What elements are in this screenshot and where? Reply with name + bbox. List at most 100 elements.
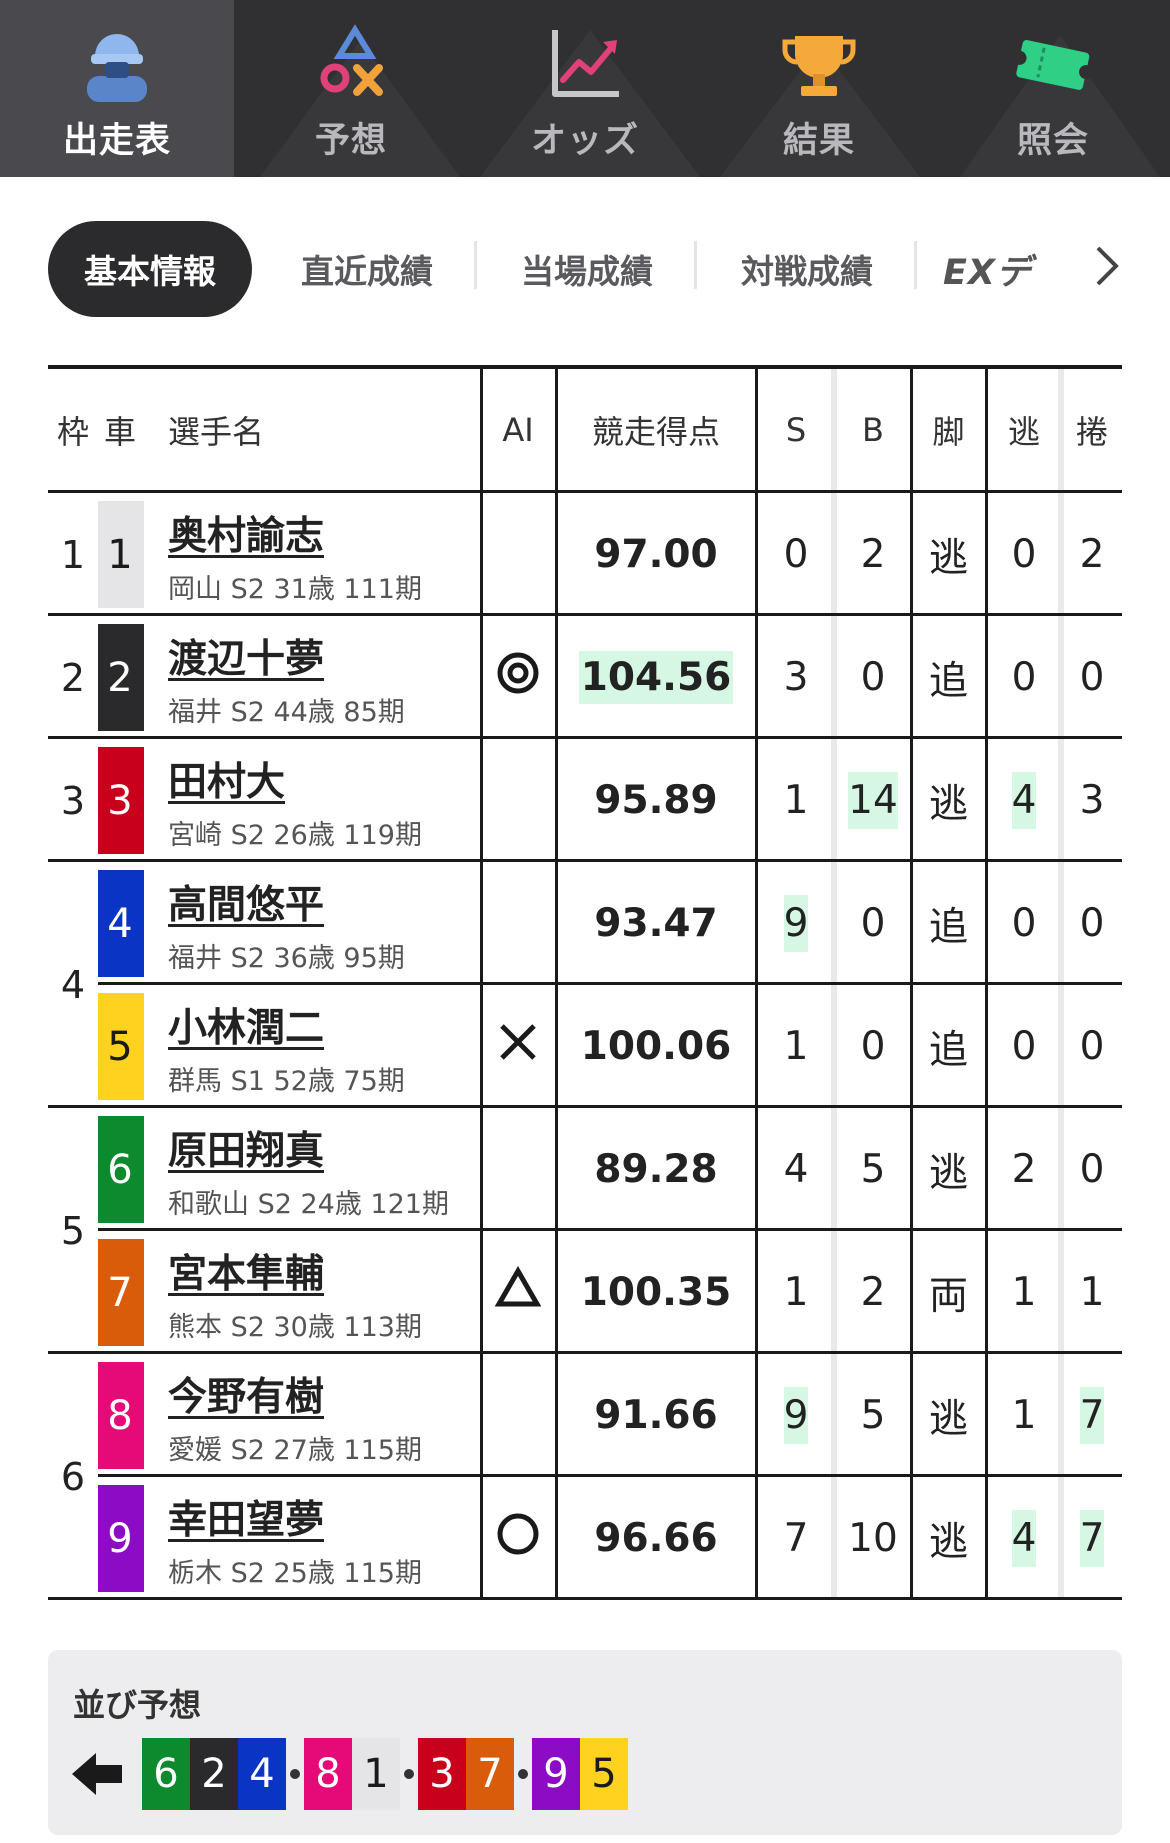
back-count: 2 bbox=[860, 1270, 886, 1315]
table-row[interactable]: 1 奥村諭志 岡山 S2 31歳 111期 97.00 0 2 逃 0 2 bbox=[48, 493, 1122, 616]
column-divider bbox=[910, 862, 913, 982]
makuri-count: 0 bbox=[1079, 901, 1105, 946]
car-number-badge: 8 bbox=[96, 1362, 144, 1469]
column-divider bbox=[1058, 985, 1064, 1105]
back-count: 5 bbox=[860, 1393, 886, 1438]
waku-number: 1 bbox=[48, 493, 98, 616]
column-divider bbox=[910, 1354, 913, 1474]
racer-info: 福井 S2 44歳 85期 bbox=[168, 697, 405, 728]
racer-name-link[interactable]: 渡辺十夢 bbox=[168, 628, 324, 684]
race-entry-table: 枠 車 選手名 AI 競走得点 S B 脚 逃 捲 1 奥村諭志 岡山 S2 31歳… bbox=[48, 365, 1122, 1600]
waku-number: 5 bbox=[48, 1108, 98, 1354]
column-divider bbox=[480, 739, 483, 859]
tab-ex-data[interactable]: EXデ bbox=[943, 244, 1032, 295]
car-number-badge: 7 bbox=[96, 1239, 144, 1346]
table-row[interactable]: 3 田村大 宮崎 S2 26歳 119期 95.89 1 14 逃 4 3 bbox=[48, 739, 1122, 862]
line-car-badge: 4 bbox=[238, 1738, 286, 1810]
waku-divider bbox=[48, 1351, 98, 1354]
tab-venue-results[interactable]: 当場成績 bbox=[477, 241, 697, 293]
table-row[interactable]: 9 幸田望夢 栃木 S2 25歳 115期 96.66 7 10 逃 4 7 bbox=[48, 1477, 1122, 1600]
back-count: 10 bbox=[848, 1516, 898, 1561]
line-car-badge: 5 bbox=[580, 1738, 628, 1810]
leg-type: 逃 bbox=[928, 1519, 968, 1565]
table-row[interactable]: 7 宮本隼輔 熊本 S2 30歳 113期 100.35 1 2 両 1 1 bbox=[48, 1231, 1122, 1354]
racer-info: 福井 S2 36歳 95期 bbox=[168, 943, 405, 974]
column-divider bbox=[755, 739, 758, 859]
table-row[interactable]: 6 原田翔真 和歌山 S2 24歳 121期 89.28 4 5 逃 2 0 bbox=[48, 1108, 1122, 1231]
column-divider bbox=[480, 1108, 483, 1228]
nav-label: 結果 bbox=[782, 121, 855, 161]
makuri-count: 0 bbox=[1079, 1024, 1105, 1069]
table-row[interactable]: 5 小林潤二 群馬 S1 52歳 75期 100.06 1 0 追 0 0 bbox=[48, 985, 1122, 1108]
column-divider bbox=[555, 493, 558, 613]
waku-divider bbox=[48, 859, 98, 862]
racer-name-link[interactable]: 今野有樹 bbox=[168, 1366, 324, 1422]
nige-count: 4 bbox=[986, 739, 1062, 862]
table-row[interactable]: 2 渡辺十夢 福井 S2 44歳 85期 104.56 3 0 追 0 0 bbox=[48, 616, 1122, 739]
racer-name-link[interactable]: 宮本隼輔 bbox=[168, 1243, 324, 1299]
nav-tab-prediction[interactable]: 予想 bbox=[234, 0, 468, 177]
nav-tab-entries[interactable]: 出走表 bbox=[0, 0, 234, 177]
ai-mark-cell bbox=[481, 493, 555, 616]
nige-count: 2 bbox=[1011, 1147, 1037, 1192]
makuri-count: 7 bbox=[1062, 1354, 1122, 1477]
column-divider bbox=[555, 1231, 558, 1351]
back-count: 0 bbox=[860, 655, 886, 700]
racer-name-link[interactable]: 幸田望夢 bbox=[168, 1489, 324, 1545]
table-header: 枠 車 選手名 AI 競走得点 S B 脚 逃 捲 bbox=[48, 365, 1122, 493]
racer-name-link[interactable]: 原田翔真 bbox=[168, 1120, 324, 1176]
car-number-badge: 3 bbox=[96, 747, 144, 854]
tab-matchup-results[interactable]: 対戦成績 bbox=[697, 241, 917, 293]
column-divider bbox=[985, 1231, 988, 1351]
column-divider bbox=[985, 1354, 988, 1474]
waku-divider bbox=[48, 613, 98, 616]
column-divider bbox=[1058, 1108, 1064, 1228]
tab-basic-info[interactable]: 基本情報 bbox=[48, 221, 252, 317]
ticket-icon bbox=[1008, 24, 1098, 104]
back-count: 5 bbox=[860, 1147, 886, 1192]
column-divider bbox=[1058, 739, 1064, 859]
table-row[interactable]: 4 高間悠平 福井 S2 36歳 95期 93.47 9 0 追 0 0 bbox=[48, 862, 1122, 985]
line-prediction-panel: 並び予想 624813795 bbox=[48, 1650, 1122, 1835]
odds-chart-icon bbox=[540, 24, 630, 104]
racer-name-link[interactable]: 奥村諭志 bbox=[168, 505, 324, 561]
racer-info: 栃木 S2 25歳 115期 bbox=[168, 1558, 422, 1589]
waku-divider bbox=[48, 736, 98, 739]
leg-type: 両 bbox=[928, 1273, 968, 1319]
line-car-badge: 2 bbox=[190, 1738, 238, 1810]
nav-label: 出走表 bbox=[62, 121, 171, 161]
column-divider bbox=[480, 616, 483, 736]
column-divider bbox=[985, 616, 988, 736]
tab-recent-results[interactable]: 直近成績 bbox=[257, 241, 477, 293]
header-s: S bbox=[785, 410, 807, 449]
racer-name-link[interactable]: 高間悠平 bbox=[168, 874, 324, 930]
column-divider bbox=[480, 985, 483, 1105]
column-divider bbox=[555, 616, 558, 736]
racer-name-link[interactable]: 小林潤二 bbox=[168, 997, 324, 1053]
column-divider bbox=[755, 493, 758, 613]
taikou-mark-icon bbox=[496, 1512, 540, 1566]
nav-tab-results[interactable]: 結果 bbox=[702, 0, 936, 177]
race-score: 104.56 bbox=[555, 616, 757, 739]
column-divider bbox=[480, 1354, 483, 1474]
makuri-count: 0 bbox=[1079, 655, 1105, 700]
table-body: 1 奥村諭志 岡山 S2 31歳 111期 97.00 0 2 逃 0 2 2 渡辺十夢 福井 S2 … bbox=[48, 493, 1122, 1600]
nav-tab-inquiry[interactable]: 照会 bbox=[936, 0, 1170, 177]
column-divider bbox=[755, 862, 758, 982]
chevron-right-icon[interactable] bbox=[1092, 242, 1122, 290]
arrow-left-icon bbox=[72, 1753, 122, 1795]
racer-info: 熊本 S2 30歳 113期 bbox=[168, 1312, 422, 1343]
leg-type: 追 bbox=[928, 658, 968, 704]
nav-label: オッズ bbox=[530, 121, 639, 161]
racer-info: 宮崎 S2 26歳 119期 bbox=[168, 820, 422, 851]
racer-name-link[interactable]: 田村大 bbox=[168, 751, 285, 807]
column-divider bbox=[480, 1477, 483, 1597]
nav-tab-odds[interactable]: オッズ bbox=[468, 0, 702, 177]
car-number-badge: 2 bbox=[96, 624, 144, 731]
table-row[interactable]: 8 今野有樹 愛媛 S2 27歳 115期 91.66 9 5 逃 1 7 bbox=[48, 1354, 1122, 1477]
car-number-badge: 1 bbox=[96, 501, 144, 608]
nige-count: 0 bbox=[1011, 532, 1037, 577]
car-number-badge: 6 bbox=[96, 1116, 144, 1223]
start-count: 1 bbox=[783, 1270, 809, 1315]
header-makuri: 捲 bbox=[1075, 412, 1108, 451]
